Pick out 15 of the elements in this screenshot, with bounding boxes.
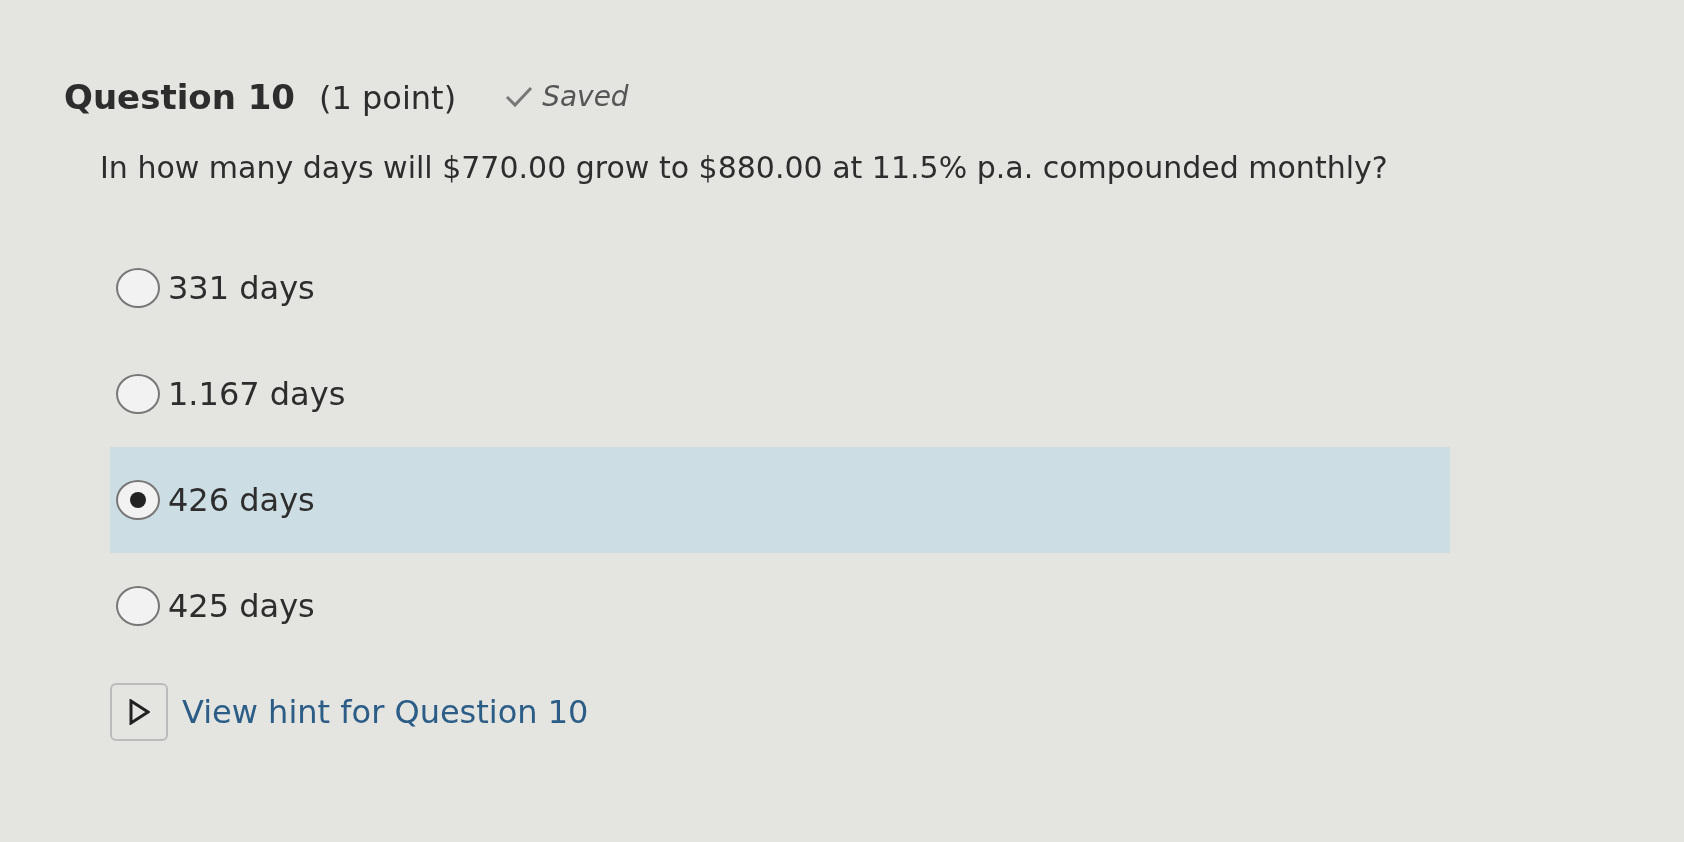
option-label[interactable]: 425 days <box>168 581 315 630</box>
view-hint-link[interactable]: View hint for Question 10 <box>110 682 589 741</box>
radio-button[interactable] <box>116 267 160 308</box>
option-label[interactable]: 426 days <box>168 475 315 524</box>
radio-button[interactable] <box>116 479 160 520</box>
question-points: (1 point) <box>319 78 457 119</box>
radio-button[interactable] <box>116 585 160 626</box>
option-label[interactable]: 331 days <box>168 263 315 312</box>
expand-icon <box>110 682 168 741</box>
checkmark-icon <box>504 85 535 109</box>
saved-status: Saved <box>542 79 629 115</box>
question-text: In how many days will $770.00 grow to $880.00 at 11.5% p.a. compounded monthly? <box>100 149 1389 187</box>
option-label[interactable]: 1.167 days <box>168 369 346 418</box>
radio-button[interactable] <box>116 373 160 414</box>
question-title: Question 10 <box>64 76 296 119</box>
